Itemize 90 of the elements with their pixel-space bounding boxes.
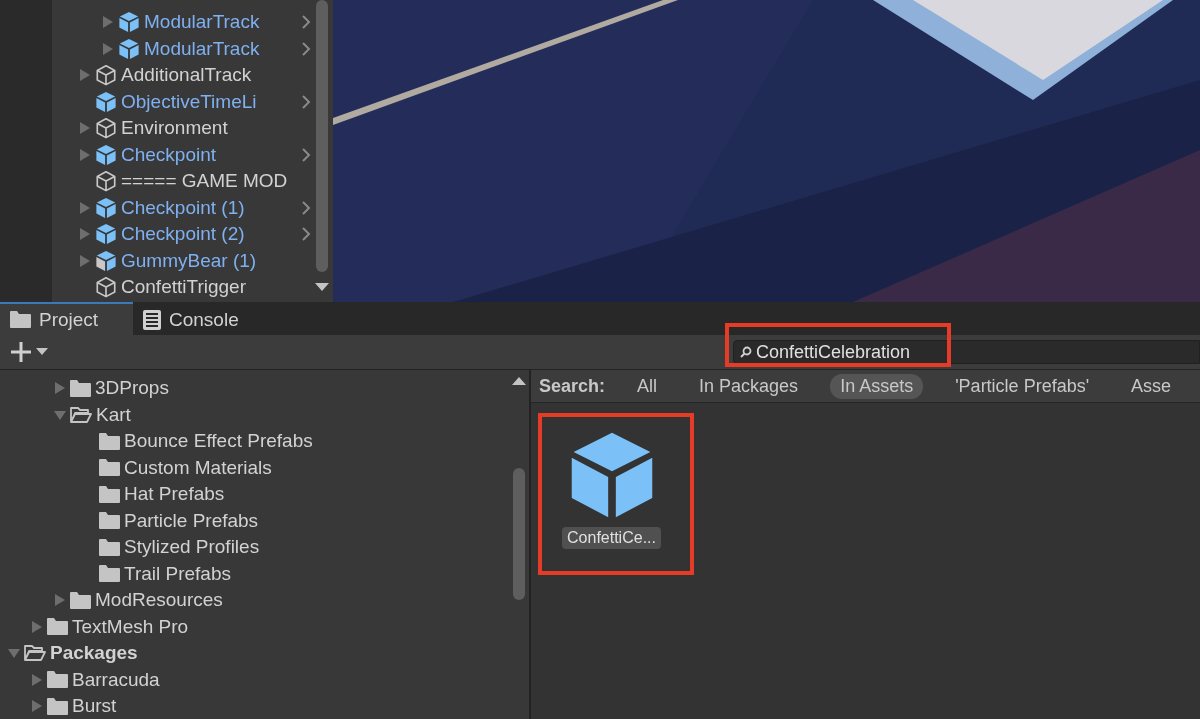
folder-item[interactable]: Burst [72,695,117,718]
tab-label: Console [169,308,239,331]
add-button[interactable] [10,341,48,363]
folder-item[interactable]: Kart [96,403,131,426]
search-icon [740,346,752,358]
folder-icon [47,697,68,715]
search-filter-option[interactable]: In Assets [830,373,924,399]
folder-item[interactable]: 3DProps [95,377,169,400]
expand-arrow-icon[interactable] [79,200,91,215]
hierarchy-item[interactable]: AdditionalTrack [121,64,252,87]
folder-icon [99,565,120,583]
folder-item[interactable]: Hat Prefabs [124,483,225,506]
cube-icon [95,249,117,272]
scroll-up-arrow-icon[interactable] [512,376,526,386]
expand-arrow-icon[interactable] [79,147,91,162]
folder-icon [99,432,120,450]
open-folder-icon [70,405,92,424]
hierarchy-item[interactable]: Checkpoint [121,143,217,166]
folder-icon [47,671,68,689]
scrollbar-thumb[interactable] [513,468,525,600]
cube-icon [95,223,117,246]
hierarchy-item[interactable]: ConfettiTrigger [121,276,246,299]
folder-icon [99,485,120,503]
cube-icon [118,11,140,34]
cube-outline-icon [95,276,117,299]
tab-label: Project [39,308,99,331]
expand-arrow-icon[interactable] [102,15,114,30]
search-filter-option[interactable]: Asse [1121,373,1182,399]
search-filter-option[interactable]: All [627,373,668,399]
panel-tab[interactable]: Console [133,302,266,335]
hierarchy-item[interactable]: ===== GAME MOD [121,170,288,193]
hierarchy-item[interactable]: Environment [121,117,228,140]
folder-item[interactable]: TextMesh Pro [72,615,189,638]
search-filter-label: Search: [539,375,606,397]
cube-icon [118,37,140,60]
folder-item[interactable]: Trail Prefabs [124,562,231,585]
hierarchy-item[interactable]: ModularTrack [144,37,260,60]
folder-icon [99,538,120,556]
cube-outline-icon [95,117,117,140]
hierarchy-item[interactable]: Checkpoint (1) [121,196,245,219]
panel-tab[interactable]: Project [0,302,133,335]
folder-item[interactable]: Stylized Profiles [124,536,260,559]
asset-label[interactable]: ConfettiCe... [562,527,661,549]
cube-icon [95,143,117,166]
folder-item[interactable]: Particle Prefabs [124,509,259,532]
folder-icon [47,618,68,636]
folder-item[interactable]: Custom Materials [124,456,272,479]
cube-icon [95,90,117,113]
expand-arrow-icon[interactable] [54,381,66,396]
folder-item[interactable]: ModResources [95,589,223,612]
folder-item[interactable]: Packages [50,642,138,665]
search-field[interactable]: ConfettiCelebration [733,340,1200,364]
folder-item[interactable]: Barracuda [72,668,160,691]
scrollbar-thumb[interactable] [316,0,328,272]
expand-arrow-icon[interactable] [79,68,91,83]
chevron-right-icon[interactable] [301,14,311,31]
folder-icon [10,311,31,328]
console-icon [143,309,161,330]
folder-icon [99,512,120,530]
chevron-right-icon[interactable] [301,146,311,163]
scene-view-drawing[interactable] [333,0,1200,302]
cube-outline-icon [95,64,117,87]
expand-arrow-icon[interactable] [31,672,43,687]
open-folder-icon [24,644,46,663]
cube-icon [95,196,117,219]
cube-outline-icon [95,170,117,193]
hierarchy-item[interactable]: ObjectiveTimeLi [121,90,257,113]
expand-arrow-icon[interactable] [79,227,91,242]
folder-icon [70,591,91,609]
chevron-right-icon[interactable] [301,199,311,216]
expand-arrow-icon[interactable] [102,41,114,56]
folder-item[interactable]: Bounce Effect Prefabs [124,430,313,453]
plus-icon [10,341,32,363]
hierarchy-item[interactable]: GummyBear (1) [121,249,257,272]
expand-arrow-icon[interactable] [31,699,43,714]
folder-icon [70,379,91,397]
expand-arrow-icon[interactable] [54,593,66,608]
chevron-right-icon[interactable] [301,93,311,110]
chevron-right-icon[interactable] [301,226,311,243]
search-filter-option[interactable]: 'Particle Prefabs' [945,373,1100,399]
caret-icon [36,348,48,356]
hierarchy-item[interactable]: ModularTrack [144,11,260,34]
chevron-right-icon[interactable] [301,40,311,57]
expand-arrow-icon[interactable] [79,121,91,136]
hierarchy-item[interactable]: Checkpoint (2) [121,223,245,246]
expand-arrow-icon[interactable] [79,253,91,268]
expand-arrow-icon[interactable] [31,619,43,634]
search-filter-option[interactable]: In Packages [689,373,809,399]
folder-icon [99,459,120,477]
scroll-down-arrow-icon[interactable] [315,282,329,292]
